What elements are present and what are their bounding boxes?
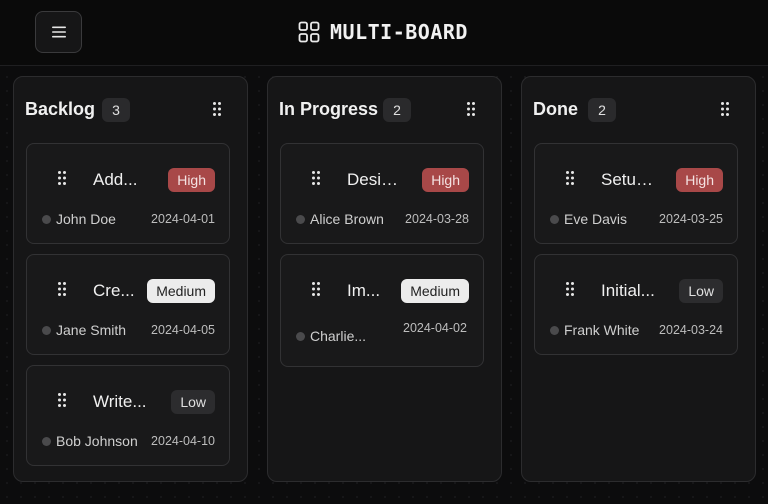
page-title: MULTI-BOARD (330, 20, 468, 44)
priority-badge: Medium (401, 279, 469, 303)
assignee-name: Bob Johnson (56, 433, 138, 449)
column-title: Done (533, 99, 578, 119)
assignee-name: Alice Brown (310, 211, 384, 227)
column-drag-handle-icon[interactable] (467, 102, 475, 121)
column-backlog: Backlog 3 Add... High John Doe 2024-04-0… (13, 76, 248, 482)
avatar-dot-icon (42, 325, 51, 335)
card-drag-handle-icon[interactable] (58, 393, 66, 412)
column-header: In Progress 2 (268, 97, 501, 123)
task-card[interactable]: Im... Medium Charlie... 2024-04-02 (280, 254, 484, 367)
priority-badge: Medium (147, 279, 215, 303)
grid-icon (298, 21, 320, 43)
column-count-badge: 2 (588, 98, 616, 122)
priority-badge: High (168, 168, 215, 192)
column-in-progress: In Progress 2 Desig... High Alice Brown … (267, 76, 502, 482)
column-drag-handle-icon[interactable] (213, 102, 221, 121)
due-date: 2024-03-28 (405, 212, 469, 226)
card-title: Desig... (347, 170, 403, 189)
avatar-dot-icon (296, 214, 305, 224)
task-card[interactable]: Setup... High Eve Davis 2024-03-25 (534, 143, 738, 244)
assignee: Frank White (550, 322, 639, 338)
avatar-dot-icon (42, 214, 51, 224)
card-title: Setup... (601, 170, 657, 189)
avatar-dot-icon (550, 325, 559, 335)
avatar-dot-icon (42, 436, 51, 446)
card-title: Cre... (93, 281, 135, 300)
assignee-name: Jane Smith (56, 322, 127, 338)
due-date: 2024-04-05 (151, 323, 215, 337)
column-done: Done 2 Setup... High Eve Davis 2024-03-2… (521, 76, 756, 482)
avatar-dot-icon (296, 331, 305, 341)
brand: MULTI-BOARD (298, 20, 468, 44)
assignee-name: Eve Davis (564, 211, 628, 227)
priority-badge: Low (679, 279, 723, 303)
task-card[interactable]: Add... High John Doe 2024-04-01 (26, 143, 230, 244)
card-title: Initial... (601, 281, 655, 300)
task-card[interactable]: Desig... High Alice Brown 2024-03-28 (280, 143, 484, 244)
card-drag-handle-icon[interactable] (312, 282, 320, 301)
card-drag-handle-icon[interactable] (566, 171, 574, 190)
task-card[interactable]: Cre... Medium Jane Smith 2024-04-05 (26, 254, 230, 355)
priority-badge: Low (171, 390, 215, 414)
assignee: John Doe (42, 211, 116, 227)
avatar-dot-icon (550, 214, 559, 224)
priority-badge: High (676, 168, 723, 192)
hamburger-icon (51, 26, 66, 38)
top-bar: MULTI-BOARD (0, 0, 768, 66)
card-drag-handle-icon[interactable] (58, 282, 66, 301)
column-title: Backlog (25, 99, 96, 119)
due-date: 2024-04-01 (151, 212, 215, 226)
assignee: Eve Davis (550, 211, 627, 227)
column-count-badge: 3 (102, 98, 130, 122)
task-card[interactable]: Initial... Low Frank White 2024-03-24 (534, 254, 738, 355)
task-card[interactable]: Write... Low Bob Johnson 2024-04-10 (26, 365, 230, 466)
priority-badge: High (422, 168, 469, 192)
due-date: 2024-03-25 (659, 212, 723, 226)
card-title: Write... (93, 392, 147, 411)
column-count-badge: 2 (383, 98, 411, 122)
assignee: Bob Johnson (42, 433, 138, 449)
column-header: Done 2 (522, 97, 755, 123)
menu-button[interactable] (35, 11, 82, 53)
assignee: Jane Smith (42, 322, 126, 338)
column-drag-handle-icon[interactable] (721, 102, 729, 121)
assignee-name: Charlie... (310, 328, 367, 344)
due-date: 2024-04-02 (403, 321, 467, 335)
card-title: Im... (347, 281, 381, 300)
column-title: In Progress (279, 99, 379, 119)
column-header: Backlog 3 (14, 97, 247, 123)
due-date: 2024-03-24 (659, 323, 723, 337)
assignee-name: Frank White (564, 322, 640, 338)
assignee: Alice Brown (296, 211, 384, 227)
assignee: Charlie... (296, 328, 366, 344)
card-drag-handle-icon[interactable] (312, 171, 320, 190)
card-title: Add... (93, 170, 138, 189)
assignee-name: John Doe (56, 211, 116, 227)
due-date: 2024-04-10 (151, 434, 215, 448)
card-drag-handle-icon[interactable] (566, 282, 574, 301)
card-drag-handle-icon[interactable] (58, 171, 66, 190)
